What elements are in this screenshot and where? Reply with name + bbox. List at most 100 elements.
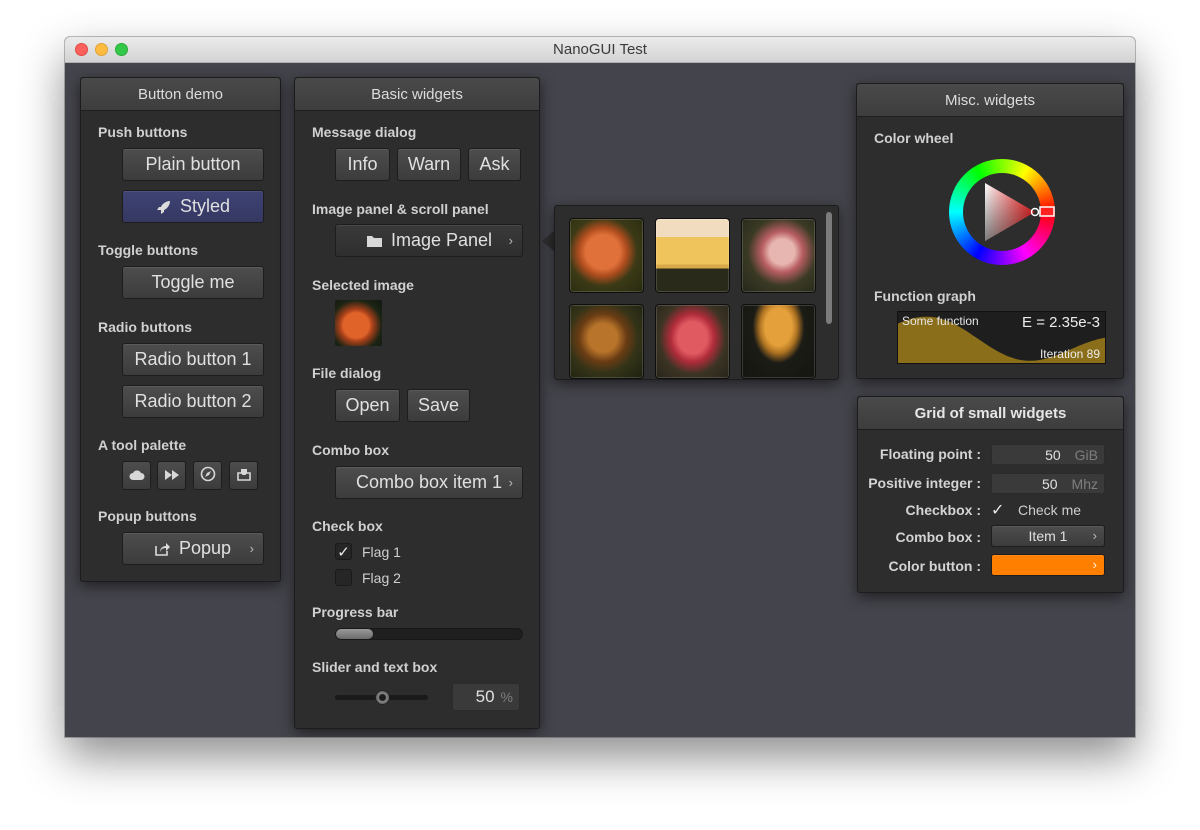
image-popup-scrollbar[interactable] <box>826 212 832 324</box>
cloud-icon <box>129 466 145 485</box>
radio-button-1-label: Radio button 1 <box>134 349 252 369</box>
function-graph: Some function E = 2.35e-3 Iteration 89 <box>897 311 1106 364</box>
plain-button-label: Plain button <box>145 154 241 174</box>
maximize-window-button[interactable] <box>115 43 128 56</box>
color-wheel[interactable] <box>949 159 1055 265</box>
check-me-checkbox[interactable]: ✓ Check me <box>991 500 1081 520</box>
popup-button[interactable]: Popup › <box>122 532 264 565</box>
grid-combo-box[interactable]: Item 1 › <box>991 525 1105 547</box>
toggle-button-label: Toggle me <box>151 272 235 292</box>
radio-buttons-label: Radio buttons <box>98 319 193 335</box>
styled-button[interactable]: Styled <box>122 190 264 223</box>
flag-1-checkbox[interactable]: ✓ Flag 1 <box>335 543 401 561</box>
combo-box[interactable]: Combo box item 1 › <box>335 466 523 499</box>
positive-integer-unit: Mhz <box>1071 475 1098 492</box>
window-title: NanoGUI Test <box>553 41 647 58</box>
color-button[interactable]: › <box>991 554 1105 576</box>
image-panel-label: Image panel & scroll panel <box>312 201 489 217</box>
toggle-button[interactable]: Toggle me <box>122 266 264 299</box>
button-demo-title[interactable]: Button demo <box>81 78 280 111</box>
image-thumbnail[interactable] <box>655 304 730 379</box>
check-me-label: Check me <box>1018 502 1082 518</box>
compass-tool-button[interactable] <box>193 461 222 490</box>
warn-button[interactable]: Warn <box>397 148 461 181</box>
misc-widgets-panel: Misc. widgets Color wheel Function graph… <box>856 83 1124 379</box>
flag-2-checkbox[interactable]: Flag 2 <box>335 569 401 586</box>
function-graph-label: Function graph <box>874 288 976 304</box>
positive-integer-value: 50 <box>1041 475 1058 492</box>
image-thumbnail[interactable] <box>569 304 644 379</box>
grid-combo-value: Item 1 <box>1028 528 1068 544</box>
graph-caption: Some function <box>902 314 979 328</box>
image-thumbnail[interactable] <box>741 304 816 379</box>
plain-button[interactable]: Plain button <box>122 148 264 181</box>
fast-forward-tool-button[interactable] <box>157 461 186 490</box>
inbox-icon <box>236 466 252 485</box>
ask-button-label: Ask <box>479 154 510 174</box>
progress-bar <box>335 628 523 640</box>
chevron-right-icon: › <box>1092 527 1097 543</box>
file-dialog-label: File dialog <box>312 365 382 381</box>
slider-handle[interactable] <box>374 690 390 705</box>
open-button[interactable]: Open <box>335 389 400 422</box>
progress-bar-fill <box>336 629 374 639</box>
image-panel-button[interactable]: Image Panel › <box>335 224 523 257</box>
positive-integer-label: Positive integer : <box>868 475 981 491</box>
selected-image-thumbnail <box>335 300 382 346</box>
button-demo-panel: Button demo Push buttons Plain button St… <box>80 77 281 582</box>
color-button-label: Color button : <box>888 558 981 574</box>
grid-labels: Floating point : Positive integer : Chec… <box>858 397 981 592</box>
floating-point-unit: GiB <box>1074 446 1098 463</box>
image-thumbnail[interactable] <box>655 218 730 293</box>
styled-button-label: Styled <box>179 196 231 216</box>
image-panel-button-label: Image Panel <box>390 230 493 250</box>
checkbox-row-label: Checkbox : <box>905 502 981 518</box>
toggle-buttons-label: Toggle buttons <box>98 242 199 258</box>
info-button-label: Info <box>347 154 378 174</box>
image-thumbnail[interactable] <box>569 218 644 293</box>
radio-button-1[interactable]: Radio button 1 <box>122 343 264 376</box>
checkmark-icon: ✓ <box>337 543 350 561</box>
info-button[interactable]: Info <box>335 148 390 181</box>
positive-integer-input[interactable]: 50 Mhz <box>991 473 1105 494</box>
popup-button-label: Popup <box>178 538 232 558</box>
slider-value-textbox[interactable]: 50 % <box>452 683 520 711</box>
radio-button-2-label: Radio button 2 <box>134 391 252 411</box>
close-window-button[interactable] <box>75 43 88 56</box>
title-bar: NanoGUI Test <box>65 37 1135 63</box>
image-thumbnail[interactable] <box>741 218 816 293</box>
cloud-tool-button[interactable] <box>122 461 151 490</box>
chevron-right-icon: › <box>249 540 254 556</box>
image-popup-arrow <box>542 231 554 251</box>
basic-widgets-panel: Basic widgets Message dialog Info Warn A… <box>294 77 540 729</box>
radio-button-2[interactable]: Radio button 2 <box>122 385 264 418</box>
basic-widgets-title[interactable]: Basic widgets <box>295 78 539 111</box>
misc-widgets-title[interactable]: Misc. widgets <box>857 84 1123 117</box>
share-icon <box>155 542 171 556</box>
popup-buttons-label: Popup buttons <box>98 508 197 524</box>
slider-label: Slider and text box <box>312 659 438 675</box>
open-button-label: Open <box>345 395 390 415</box>
chevron-right-icon: › <box>508 232 513 248</box>
flag-1-check-indicator[interactable]: ✓ <box>335 543 352 561</box>
compass-icon <box>200 466 216 486</box>
floating-point-input[interactable]: 50 GiB <box>991 444 1105 465</box>
color-triangle[interactable] <box>949 159 1055 265</box>
folder-icon <box>366 234 383 248</box>
minimize-window-button[interactable] <box>95 43 108 56</box>
rocket-icon <box>156 199 172 215</box>
message-dialog-label: Message dialog <box>312 124 417 140</box>
chevron-right-icon: › <box>508 474 513 490</box>
checkmark-icon: ✓ <box>991 502 1005 519</box>
push-buttons-label: Push buttons <box>98 124 188 140</box>
ask-button[interactable]: Ask <box>468 148 521 181</box>
fast-forward-icon <box>164 466 180 485</box>
color-wheel-label: Color wheel <box>874 130 954 146</box>
inbox-tool-button[interactable] <box>229 461 258 490</box>
graph-footer: Iteration 89 <box>1039 347 1100 361</box>
save-button[interactable]: Save <box>407 389 470 422</box>
floating-point-label: Floating point : <box>879 446 981 462</box>
flag-2-check-indicator[interactable] <box>335 569 352 586</box>
floating-point-value: 50 <box>1045 446 1061 463</box>
check-box-label: Check box <box>312 518 383 534</box>
